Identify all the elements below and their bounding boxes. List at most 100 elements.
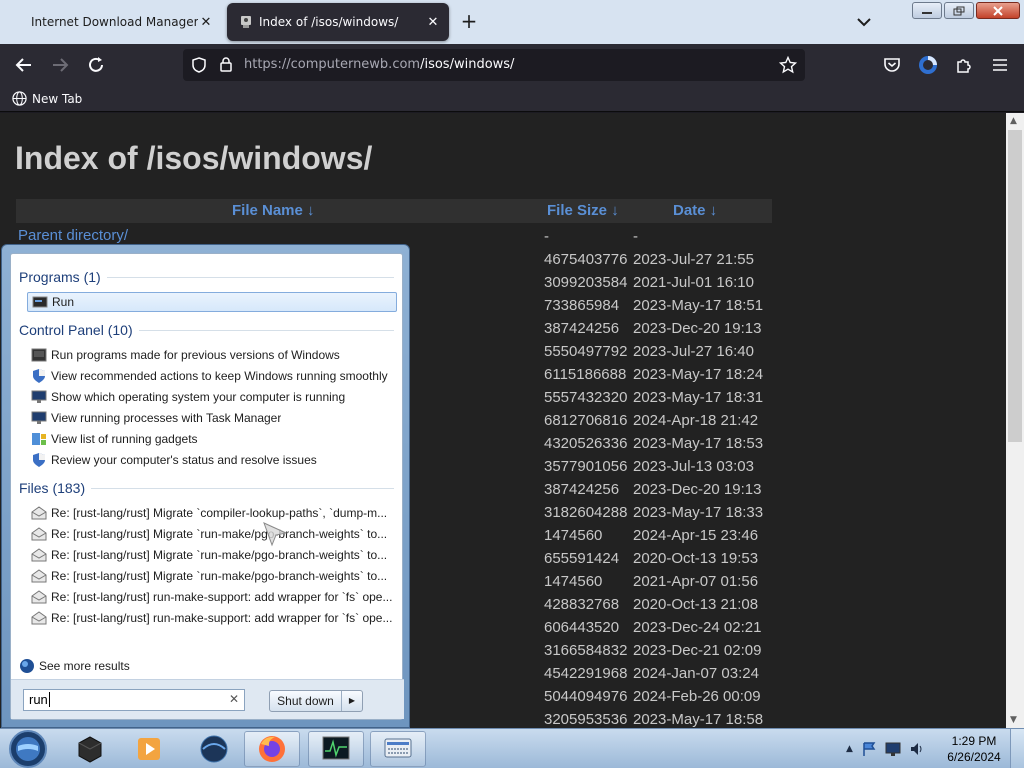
file-date: 2023-Jul-27 16:40 (633, 343, 754, 360)
tab-idm[interactable]: Internet Download Manager is a ✕ (18, 3, 222, 41)
see-more-results-link[interactable]: See more results (19, 658, 130, 674)
result-label: View running processes with Task Manager (51, 411, 282, 425)
reload-icon[interactable] (84, 53, 108, 77)
group-title: Files (183) (19, 480, 86, 496)
result-running-gadgets[interactable]: View list of running gadgets (27, 429, 397, 449)
table-row: 6812706816 2024-Apr-18 21:42 (544, 409, 763, 432)
file-date: 2023-May-17 18:31 (633, 389, 764, 406)
speaker-volume-icon[interactable] (909, 741, 925, 757)
control-panel-group-header[interactable]: Control Panel (10) (19, 322, 394, 338)
result-file[interactable]: Re: [rust-lang/rust] Migrate `run-make/p… (27, 524, 397, 544)
result-file[interactable]: Re: [rust-lang/rust] run-make-support: a… (27, 608, 397, 628)
result-file[interactable]: Re: [rust-lang/rust] Migrate `compiler-l… (27, 503, 397, 523)
action-center-flag-icon[interactable] (861, 741, 877, 757)
result-label: Review your computer's status and resolv… (51, 453, 317, 467)
run-icon (32, 296, 48, 308)
system-clock[interactable]: 1:29 PM 6/26/2024 (944, 733, 1004, 765)
file-date: 2023-May-17 18:24 (633, 366, 764, 383)
result-label: View list of running gadgets (51, 432, 198, 446)
files-group-header[interactable]: Files (183) (19, 480, 394, 496)
file-date: 2024-Apr-18 21:42 (633, 412, 759, 429)
parent-directory-link[interactable]: Parent directory/ (18, 227, 128, 244)
file-size: 733865984 (544, 297, 620, 314)
scroll-up-arrow-icon[interactable]: ▲ (1010, 116, 1017, 126)
clear-search-icon[interactable]: ✕ (229, 692, 239, 706)
taskbar-app-firefox[interactable] (244, 731, 300, 767)
shut-down-options-arrow-icon[interactable]: ▶ (342, 691, 362, 711)
date-column-header[interactable]: Date ↓ (673, 202, 717, 219)
close-window-icon[interactable] (976, 2, 1020, 19)
result-label: Re: [rust-lang/rust] Migrate `compiler-l… (51, 506, 388, 520)
back-arrow-icon[interactable] (12, 53, 36, 77)
file-name-column-header[interactable]: File Name ↓ (232, 202, 315, 219)
minimize-icon[interactable] (912, 2, 942, 19)
file-size: 5557432320 (544, 389, 628, 406)
restore-icon[interactable] (944, 2, 974, 19)
taskbar-app-terminal[interactable] (62, 731, 118, 767)
mouse-pointer-icon (263, 522, 288, 547)
result-label: Re: [rust-lang/rust] run-make-support: a… (51, 611, 393, 625)
close-tab-icon[interactable]: ✕ (198, 15, 214, 30)
result-file[interactable]: Re: [rust-lang/rust] Migrate `run-make/p… (27, 566, 397, 586)
file-date: - (633, 228, 638, 245)
window-controls (912, 2, 1020, 19)
result-label: Re: [rust-lang/rust] Migrate `run-make/p… (51, 548, 388, 562)
show-hidden-icons-arrow-icon[interactable]: ▲ (846, 744, 853, 754)
result-file[interactable]: Re: [rust-lang/rust] Migrate `run-make/p… (27, 545, 397, 565)
file-date: 2023-May-17 18:33 (633, 504, 764, 521)
file-date: 2023-Dec-21 02:09 (633, 642, 762, 659)
result-os-version[interactable]: Show which operating system your compute… (27, 387, 397, 407)
hamburger-menu-icon[interactable] (988, 53, 1012, 77)
tab-bar: Internet Download Manager is a ✕ Index o… (0, 0, 1024, 44)
shield-icon (33, 369, 45, 383)
taskbar-app-ie[interactable] (186, 731, 242, 767)
file-size: 606443520 (544, 619, 620, 636)
search-results-panel: Programs (1) Run Control Panel (10) Run … (10, 253, 404, 720)
result-file[interactable]: Re: [rust-lang/rust] run-make-support: a… (27, 587, 397, 607)
tab-index-isos[interactable]: Index of /isos/windows/ ✕ (227, 3, 449, 41)
result-action-center[interactable]: Review your computer's status and resolv… (27, 450, 397, 470)
tracking-protection-shield-icon[interactable] (191, 57, 207, 73)
result-task-manager[interactable]: View running processes with Task Manager (27, 408, 397, 428)
start-orb-icon[interactable] (4, 729, 48, 768)
show-desktop-button[interactable] (1010, 729, 1024, 768)
url-text[interactable]: https://computernewb.com/isos/windows/ (244, 57, 514, 72)
bookmark-new-tab[interactable]: New Tab (12, 91, 82, 106)
file-size: 387424256 (544, 481, 620, 498)
forward-arrow-icon[interactable] (48, 53, 72, 77)
close-tab-icon[interactable]: ✕ (425, 15, 441, 30)
list-all-tabs-chevron-icon[interactable] (854, 12, 874, 32)
padlock-icon[interactable] (219, 56, 233, 73)
mail-file-icon (31, 590, 47, 604)
scroll-thumb[interactable] (1008, 130, 1022, 442)
file-size: 428832768 (544, 596, 620, 613)
programs-group-header[interactable]: Programs (1) (19, 269, 394, 285)
url-bar[interactable]: https://computernewb.com/isos/windows/ (183, 49, 805, 81)
vertical-scrollbar[interactable]: ▲ ▼ (1006, 113, 1024, 728)
firefox-icon (259, 736, 285, 762)
new-tab-plus-icon[interactable]: + (458, 10, 480, 32)
account-avatar-icon[interactable] (916, 53, 940, 77)
mail-file-icon (31, 611, 47, 625)
divider (138, 329, 394, 331)
file-size: 3205953536 (544, 711, 628, 728)
scroll-down-arrow-icon[interactable]: ▼ (1010, 715, 1017, 725)
taskbar-app-media-player[interactable] (121, 731, 177, 767)
monitor-icon (31, 411, 47, 424)
file-size: 4675403776 (544, 251, 628, 268)
table-row: 6115186688 2023-May-17 18:24 (544, 363, 763, 386)
result-program-compatibility[interactable]: Run programs made for previous versions … (27, 345, 397, 365)
taskbar-app-task-manager[interactable] (308, 731, 364, 767)
bookmark-star-icon[interactable] (779, 56, 797, 74)
start-search-input[interactable]: run ✕ (23, 689, 245, 711)
network-monitor-icon[interactable] (885, 741, 901, 757)
result-run[interactable]: Run (27, 292, 397, 312)
pocket-icon[interactable] (880, 53, 904, 77)
taskbar-app-onscreen-keyboard[interactable] (370, 731, 426, 767)
notification-area: ▲ (846, 741, 925, 757)
result-recommended-actions[interactable]: View recommended actions to keep Windows… (27, 366, 397, 386)
start-menu: Programs (1) Run Control Panel (10) Run … (1, 244, 410, 728)
shut-down-button[interactable]: Shut down ▶ (269, 690, 363, 712)
file-size-column-header[interactable]: File Size ↓ (547, 202, 619, 219)
extensions-puzzle-icon[interactable] (952, 53, 976, 77)
